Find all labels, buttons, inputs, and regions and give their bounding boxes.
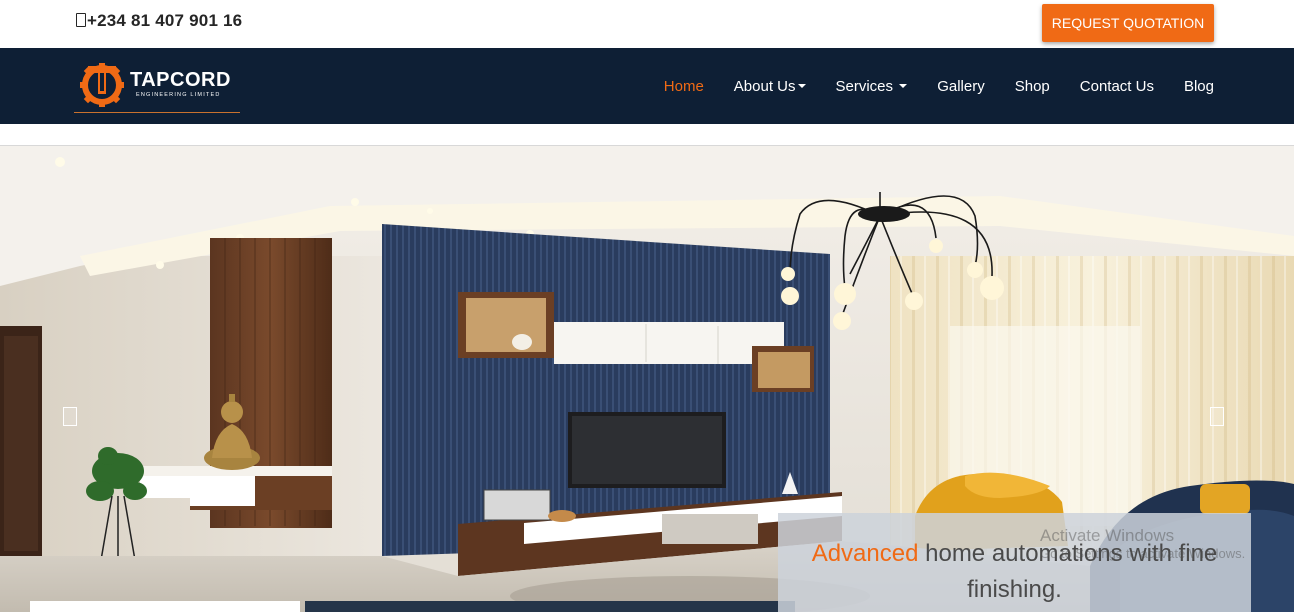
top-bar: +234 81 407 901 16 REQUEST QUOTATION xyxy=(0,0,1294,48)
phone-icon xyxy=(76,13,86,27)
logo-gear-icon xyxy=(80,63,124,107)
nav-services[interactable]: Services xyxy=(836,78,908,95)
hero-slider: Advanced home automations with fine fini… xyxy=(0,145,1294,612)
logo-name: TAPCORD xyxy=(130,69,231,91)
nav-about-us-label: About Us xyxy=(733,77,796,95)
nav-menu: Home About Us Services Gallery Shop Cont… xyxy=(634,48,1214,124)
slider-prev-arrow[interactable] xyxy=(63,407,77,426)
slider-next-arrow[interactable] xyxy=(1210,407,1224,426)
caret-down-icon xyxy=(899,83,908,88)
nav-contact-us[interactable]: Contact Us xyxy=(1080,78,1154,95)
nav-blog[interactable]: Blog xyxy=(1184,78,1214,95)
nav-services-label: Services xyxy=(835,77,894,95)
main-navbar: TAPCORD ENGINEERING LIMITED Home About U… xyxy=(0,48,1294,124)
nav-gallery[interactable]: Gallery xyxy=(937,78,985,95)
request-quotation-button[interactable]: REQUEST QUOTATION xyxy=(1042,4,1214,42)
caret-down-icon xyxy=(797,83,806,88)
nav-home[interactable]: Home xyxy=(664,78,704,95)
caption-text: home automations with fine finishing. xyxy=(918,540,1218,603)
hero-caption: Advanced home automations with fine fini… xyxy=(778,513,1251,612)
phone-text: +234 81 407 901 16 xyxy=(87,11,243,30)
nav-about-us[interactable]: About Us xyxy=(734,78,806,95)
logo[interactable]: TAPCORD ENGINEERING LIMITED xyxy=(74,56,240,114)
caption-highlight: Advanced xyxy=(811,540,919,567)
nav-shop[interactable]: Shop xyxy=(1015,78,1050,95)
phone-number: +234 81 407 901 16 xyxy=(76,11,242,31)
logo-underline xyxy=(74,112,240,113)
logo-subtitle: ENGINEERING LIMITED xyxy=(136,92,221,98)
